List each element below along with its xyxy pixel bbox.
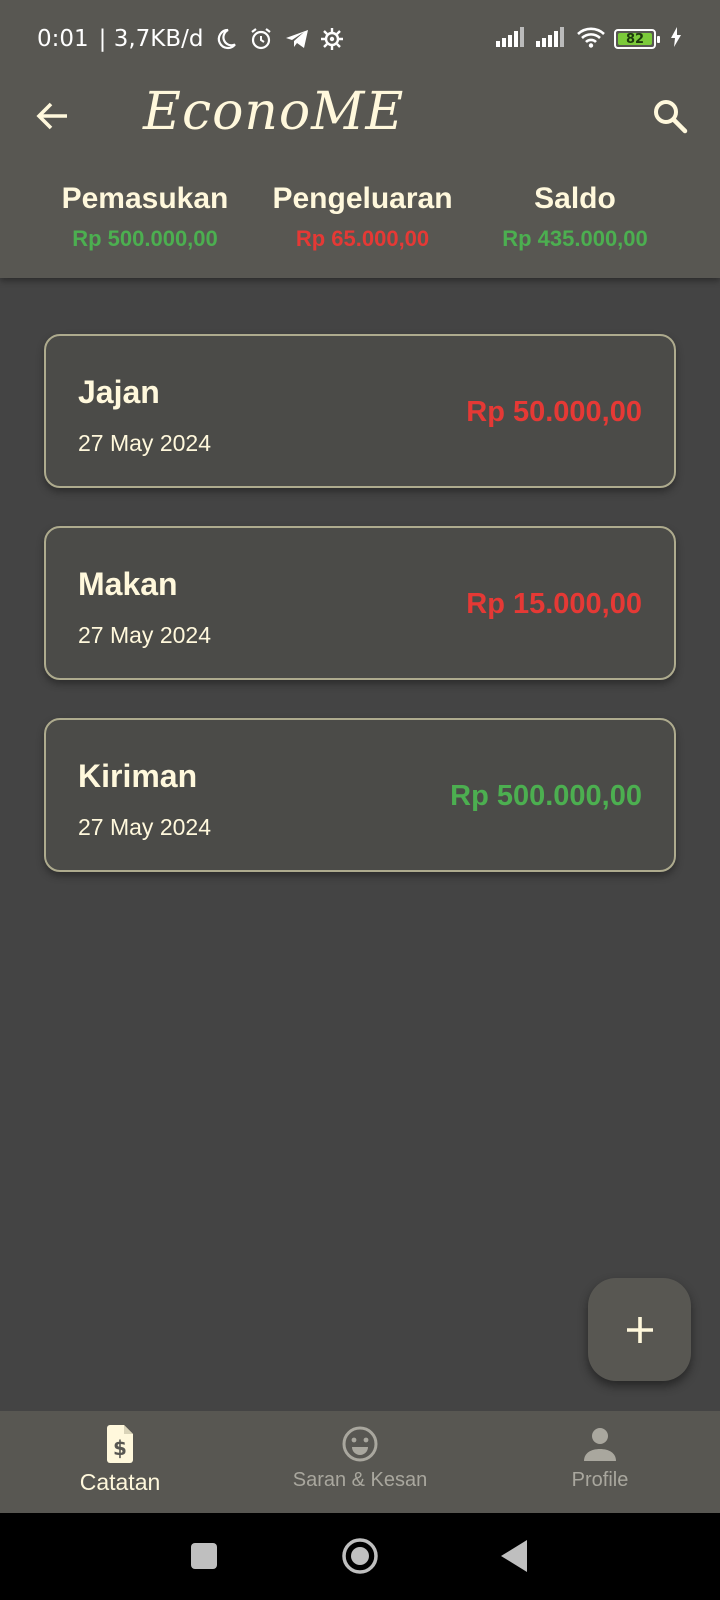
expense-label: Pengeluaran <box>272 182 453 215</box>
nav-item-profile[interactable]: Profile <box>480 1411 720 1513</box>
balance-value: Rp 435.000,00 <box>502 226 648 251</box>
signal-icon <box>536 26 568 52</box>
nav-label-profile: Profile <box>571 1469 629 1491</box>
status-left: 0:01 | 3,7KB/d <box>37 24 344 54</box>
transaction-card[interactable]: Kiriman 27 May 2024 Rp 500.000,00 <box>44 718 676 872</box>
moon-icon <box>214 27 238 51</box>
system-back-button[interactable] <box>500 1539 528 1578</box>
alarm-icon <box>248 26 274 52</box>
nav-label-catatan: Catatan <box>79 1469 161 1495</box>
search-button[interactable] <box>644 90 696 142</box>
home-button[interactable] <box>340 1536 380 1581</box>
expense-value: Rp 65.000,00 <box>295 226 430 251</box>
transaction-name: Kiriman <box>78 758 198 794</box>
nav-item-catatan[interactable]: $ Catatan <box>0 1411 240 1513</box>
balance-label: Saldo <box>534 182 616 215</box>
transaction-name: Jajan <box>78 374 160 410</box>
search-icon <box>654 100 688 134</box>
nav-item-saran-kesan[interactable]: Saran & Kesan <box>240 1411 480 1513</box>
transaction-list: Jajan 27 May 2024 Rp 50.000,00 Makan 27 … <box>44 334 676 910</box>
transaction-date: 27 May 2024 <box>78 430 211 456</box>
nav-label-saran-kesan: Saran & Kesan <box>292 1469 428 1491</box>
wifi-icon <box>576 26 606 53</box>
app-header: 0:01 | 3,7KB/d 82 EconoME Pemasukan Rp 5… <box>0 0 720 278</box>
square-icon <box>191 1543 217 1569</box>
circle-home-icon <box>342 1538 378 1574</box>
transaction-amount: Rp 500.000,00 <box>450 780 642 812</box>
app-title: EconoME <box>143 82 405 142</box>
transaction-date: 27 May 2024 <box>78 622 211 648</box>
settings-gear-icon <box>320 27 344 51</box>
status-bar: 0:01 | 3,7KB/d 82 <box>0 0 720 78</box>
smiley-icon <box>342 1426 378 1462</box>
income-label: Pemasukan <box>61 182 229 215</box>
transaction-amount: Rp 50.000,00 <box>466 396 642 428</box>
transaction-date: 27 May 2024 <box>78 814 211 840</box>
receipt-icon: $ <box>107 1425 133 1463</box>
summary-bar: Pemasukan Rp 500.000,00 Pengeluaran Rp 6… <box>0 182 720 262</box>
signal-icon <box>496 26 528 52</box>
add-transaction-button[interactable] <box>588 1278 691 1381</box>
triangle-back-icon <box>501 1540 527 1572</box>
status-time: 0:01 <box>37 26 89 52</box>
plus-icon <box>626 1316 653 1343</box>
transaction-card[interactable]: Jajan 27 May 2024 Rp 50.000,00 <box>44 334 676 488</box>
balance-summary: Saldo Rp 435.000,00 <box>475 182 675 252</box>
system-navigation-bar <box>0 1513 720 1600</box>
income-value: Rp 500.000,00 <box>72 226 218 251</box>
status-right: 82 <box>496 24 682 54</box>
expense-summary: Pengeluaran Rp 65.000,00 <box>255 182 470 252</box>
svg-text:$: $ <box>113 1436 127 1460</box>
battery-level: 82 <box>625 31 645 47</box>
person-icon <box>584 1428 616 1461</box>
recent-apps-button[interactable] <box>190 1542 218 1575</box>
bottom-navigation: $ Catatan Saran & Kesan Profile <box>0 1411 720 1513</box>
transaction-name: Makan <box>78 566 178 602</box>
back-button[interactable] <box>28 92 76 140</box>
app-bar: EconoME <box>0 78 720 168</box>
status-network-speed: | 3,7KB/d <box>98 26 204 52</box>
arrow-left-icon <box>36 102 67 130</box>
telegram-icon <box>284 27 310 51</box>
battery-icon: 82 <box>614 29 660 49</box>
transaction-amount: Rp 15.000,00 <box>466 588 642 620</box>
charging-icon <box>670 26 682 52</box>
income-summary: Pemasukan Rp 500.000,00 <box>40 182 250 252</box>
transaction-card[interactable]: Makan 27 May 2024 Rp 15.000,00 <box>44 526 676 680</box>
